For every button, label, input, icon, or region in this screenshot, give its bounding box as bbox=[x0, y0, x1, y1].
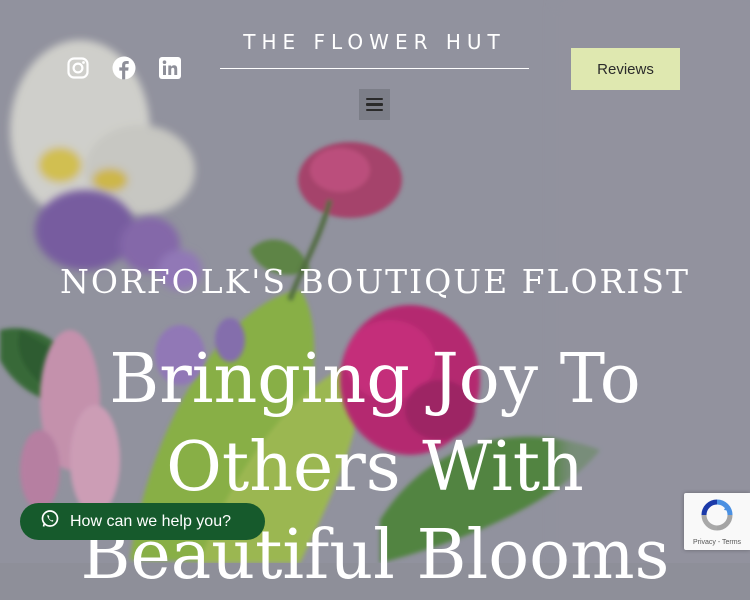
hero-headline: Bringing Joy To Others With Beautiful Bl… bbox=[0, 336, 750, 600]
headline-line: Others With bbox=[166, 428, 584, 507]
logo-underline bbox=[220, 68, 529, 69]
menu-bar bbox=[366, 97, 383, 101]
reviews-button[interactable]: Reviews bbox=[571, 48, 680, 90]
headline-line: Bringing Joy To bbox=[109, 340, 641, 419]
chat-label: How can we help you? bbox=[70, 512, 231, 530]
brand: THE FLOWER HUT bbox=[220, 30, 529, 69]
hero-eyebrow: NORFOLK'S BOUTIQUE FLORIST bbox=[59, 262, 691, 301]
hamburger-menu-icon[interactable] bbox=[359, 89, 390, 120]
whatsapp-chat-button[interactable]: How can we help you? bbox=[20, 503, 265, 540]
instagram-icon[interactable] bbox=[66, 56, 90, 80]
linkedin-icon[interactable] bbox=[158, 56, 182, 80]
facebook-icon[interactable] bbox=[112, 56, 136, 80]
recaptcha-badge[interactable]: Privacy - Terms bbox=[684, 493, 750, 550]
menu-bar bbox=[366, 103, 383, 106]
site-logo[interactable]: THE FLOWER HUT bbox=[220, 30, 529, 54]
recaptcha-icon bbox=[700, 498, 734, 537]
recaptcha-links[interactable]: Privacy - Terms bbox=[693, 539, 741, 546]
whatsapp-icon bbox=[40, 509, 60, 534]
social-links bbox=[66, 56, 182, 80]
menu-bar bbox=[366, 108, 383, 112]
